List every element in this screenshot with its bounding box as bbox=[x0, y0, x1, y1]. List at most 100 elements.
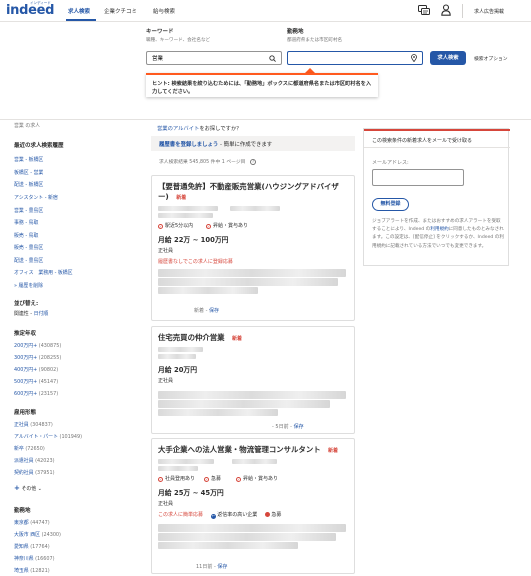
job-footer: 新着 - 保存 bbox=[194, 308, 220, 314]
keyword-sublabel: 職種、キーワード、会社名など bbox=[146, 38, 211, 43]
job-type: 正社員 bbox=[158, 248, 174, 254]
free-register-button[interactable]: 無料登録 bbox=[372, 198, 409, 211]
employment-type-item[interactable]: 新卒 (72650) bbox=[14, 445, 45, 452]
easy-apply-label: 履歴書なしでこの求人に登録応募 bbox=[158, 259, 233, 265]
job-salary: 月給 22万 ~ 100万円 bbox=[158, 236, 229, 244]
snippet-redacted bbox=[158, 269, 346, 277]
salary-filter-item[interactable]: 300万円+ (208255) bbox=[14, 354, 61, 361]
salary-filter-item[interactable]: 200万円+ (430875) bbox=[14, 342, 61, 349]
urgent-badge: 急募 bbox=[264, 511, 281, 518]
snippet-redacted bbox=[158, 400, 330, 408]
job-title[interactable]: 大手企業への法人営業・物流管理コンサルタント 新着 bbox=[158, 445, 338, 456]
location-filter-item[interactable]: 埼玉県 (12821) bbox=[14, 567, 50, 574]
recent-search-item[interactable]: 事務 - 鳥取 bbox=[14, 219, 38, 226]
job-footer: - 5日前 - 保存 bbox=[272, 424, 304, 430]
region-title: 営業 の求人 bbox=[14, 123, 41, 129]
alert-email-input[interactable] bbox=[372, 169, 464, 186]
recent-search-item[interactable]: 営業 - 豊島区 bbox=[14, 207, 43, 214]
job-badges: この求人に簡単応募 ↩ 返信率の高い企業 急募 bbox=[158, 511, 281, 519]
location-filter-item[interactable]: 東京都 (44747) bbox=[14, 519, 50, 526]
hint-tooltip: ヒント: 検索結果を絞り込むためには、「勤務地」ボックスに都道府県名または市区町… bbox=[146, 73, 378, 97]
job-type: 正社員 bbox=[158, 378, 174, 384]
sort-by-date-link[interactable]: 日付順 bbox=[34, 311, 49, 317]
job-tag: ✓ 駅近5分以内 bbox=[158, 223, 194, 229]
company-location-redacted bbox=[232, 459, 277, 464]
employment-type-item[interactable]: 派遣社員 (42023) bbox=[14, 457, 55, 464]
result-count: 求人検索結果 545,805 件中 1 ページ目 ? bbox=[159, 159, 256, 165]
job-salary: 月給 20万円 bbox=[158, 366, 198, 374]
nav-job-search[interactable]: 求人検索 bbox=[68, 7, 90, 15]
new-badge: 新着 bbox=[231, 336, 242, 342]
recent-search-item[interactable]: 販売 - 鳥取 bbox=[14, 232, 38, 239]
location-input[interactable] bbox=[288, 52, 422, 64]
job-footer: 11日前 - 保存 bbox=[196, 564, 228, 570]
job-tag: ✓ 昇給・賞与あり bbox=[236, 476, 279, 482]
employment-type-item[interactable]: 契約社員 (37951) bbox=[14, 469, 55, 476]
location-filter-title: 勤務地 bbox=[14, 508, 31, 514]
email-label: メールアドレス: bbox=[372, 160, 409, 166]
recent-search-item[interactable]: オフィス 業務用 - 板橋区 bbox=[14, 269, 73, 276]
alert-accent-bar bbox=[364, 129, 510, 131]
save-job-link[interactable]: 保存 bbox=[209, 308, 219, 314]
profile-icon[interactable] bbox=[441, 4, 451, 16]
sort-relevance: 関連性 bbox=[14, 311, 29, 317]
company-name-redacted bbox=[158, 459, 214, 464]
salary-filter-item[interactable]: 600万円+ (23157) bbox=[14, 390, 58, 397]
part-time-link[interactable]: 営業のアルバイト bbox=[157, 126, 199, 132]
search-button[interactable]: 求人検索 bbox=[430, 51, 466, 65]
employment-type-title: 雇用形態 bbox=[14, 410, 37, 416]
salary-filter-item[interactable]: 500万円+ (45147) bbox=[14, 378, 58, 385]
header-divider bbox=[462, 4, 463, 18]
salary-filter-title: 推定年収 bbox=[14, 331, 37, 337]
terms-link[interactable]: 利用規約 bbox=[430, 227, 448, 232]
job-title[interactable]: 【要普通免許】不動産販売営業(ハウジングアドバイザー) 新着 bbox=[158, 182, 348, 203]
recent-search-item[interactable]: アシスタント - 新宿 bbox=[14, 194, 58, 201]
post-job-link[interactable]: 求人広告掲載 bbox=[474, 8, 504, 15]
location-pin-icon bbox=[411, 54, 417, 62]
location-sublabel: 都道府県または市区町村名 bbox=[287, 38, 343, 43]
messages-icon[interactable] bbox=[418, 5, 430, 16]
resume-register-link[interactable]: 履歴書を登録しましょう bbox=[159, 142, 218, 148]
employment-type-item[interactable]: アルバイト・パート (101949) bbox=[14, 433, 82, 440]
recent-search-item[interactable]: 板橋区 - 営業 bbox=[14, 169, 43, 176]
job-card[interactable]: 【要普通免許】不動産販売営業(ハウジングアドバイザー) 新着 ✓ 駅近5分以内 ✓… bbox=[151, 175, 355, 321]
company-name-redacted bbox=[158, 347, 203, 352]
location-input-box[interactable] bbox=[287, 51, 423, 65]
resume-banner: 履歴書を登録しましょう - 簡単に作成できます bbox=[151, 136, 355, 151]
address-redacted bbox=[158, 466, 198, 471]
help-circle-icon[interactable]: ? bbox=[250, 159, 256, 165]
check-circle-icon: ✓ bbox=[204, 476, 209, 482]
part-time-prompt: 営業のアルバイトをお探しですか？ bbox=[157, 126, 242, 132]
more-types-toggle[interactable]: + その他 ⌄ bbox=[14, 484, 42, 492]
snippet-redacted bbox=[158, 542, 298, 549]
job-title[interactable]: 住宅売買の仲介営業 新着 bbox=[158, 333, 242, 344]
recent-search-item[interactable]: 販売 - 豊島区 bbox=[14, 244, 43, 251]
recent-search-item[interactable]: 営業 - 板橋区 bbox=[14, 156, 43, 163]
location-filter-item[interactable]: 愛知県 (17764) bbox=[14, 543, 50, 550]
check-circle-icon: ✓ bbox=[206, 223, 211, 229]
check-circle-icon: ✓ bbox=[158, 476, 163, 482]
snippet-redacted bbox=[158, 391, 346, 399]
save-job-link[interactable]: 保存 bbox=[294, 424, 304, 430]
job-tag: ✓ 社員登用あり bbox=[158, 476, 196, 482]
job-card[interactable]: 大手企業への法人営業・物流管理コンサルタント 新着 ✓ 社員登用あり ✓ 急募 ✓ 昇… bbox=[151, 438, 355, 574]
advanced-search-link[interactable]: 検索オプション bbox=[474, 55, 508, 62]
check-circle-icon: ✓ bbox=[236, 476, 241, 482]
employment-type-item[interactable]: 正社員 (304837) bbox=[14, 421, 53, 428]
job-tag: ✓ 昇給・賞与あり bbox=[206, 223, 249, 229]
snippet-redacted bbox=[158, 287, 258, 294]
alert-disclaimer: ジョブアラートを作成、またはおすすめの求人アラートを受取することにより、Inde… bbox=[372, 219, 504, 249]
company-name-redacted bbox=[158, 206, 218, 211]
nav-salary-search[interactable]: 給与検索 bbox=[153, 7, 175, 15]
clear-history-link[interactable]: » 履歴を削除 bbox=[14, 282, 43, 289]
keyword-input-box[interactable] bbox=[146, 51, 282, 65]
job-card[interactable]: 住宅売買の仲介営業 新着 月給 20万円 正社員 - 5日前 - 保存 bbox=[151, 326, 355, 434]
recent-search-item[interactable]: 配送 - 板橋区 bbox=[14, 181, 43, 188]
salary-filter-item[interactable]: 400万円+ (90802) bbox=[14, 366, 58, 373]
save-job-link[interactable]: 保存 bbox=[217, 564, 227, 570]
keyword-input[interactable] bbox=[147, 52, 281, 64]
nav-company-reviews[interactable]: 企業クチコミ bbox=[104, 7, 137, 15]
location-filter-item[interactable]: 大阪市 西区 (24300) bbox=[14, 531, 61, 538]
location-filter-item[interactable]: 神奈川県 (16607) bbox=[14, 555, 55, 562]
recent-search-item[interactable]: 配送 - 豊島区 bbox=[14, 257, 43, 264]
